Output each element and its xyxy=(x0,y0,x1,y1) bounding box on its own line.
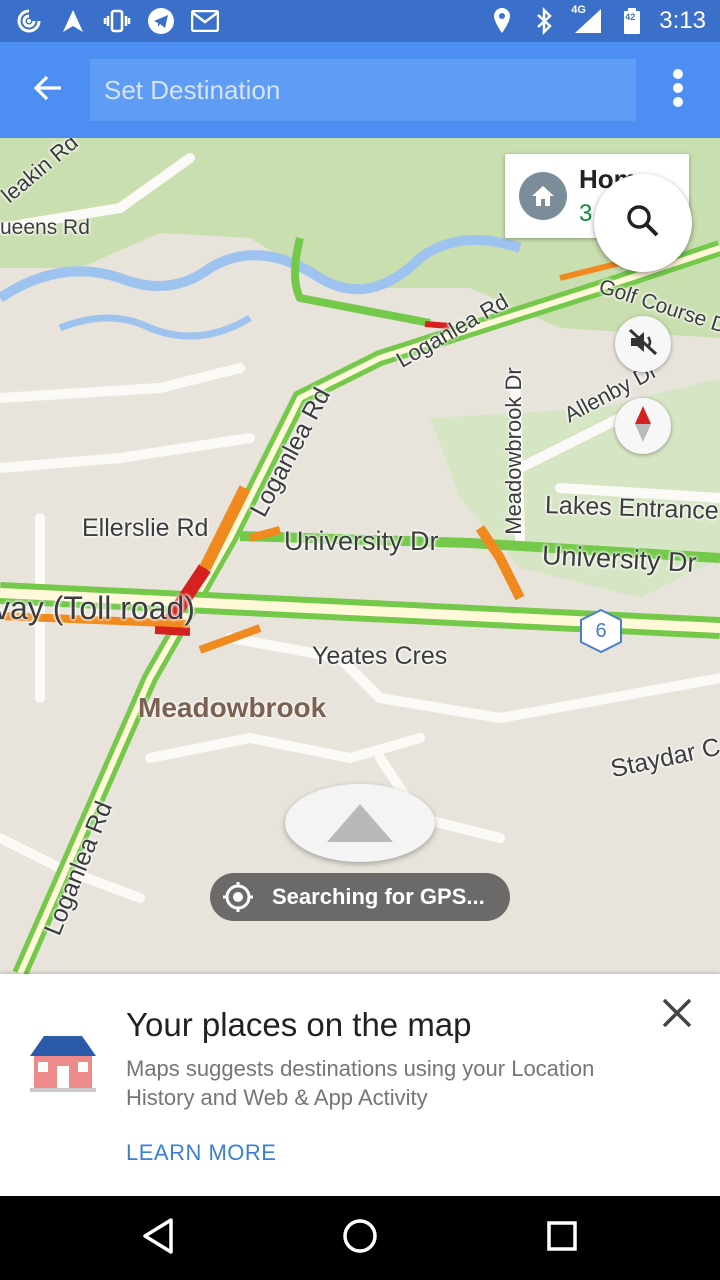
nav-recents-icon xyxy=(546,1220,578,1257)
promo-body: Maps suggests destinations using your Lo… xyxy=(126,1056,595,1110)
nav-recents-button[interactable] xyxy=(538,1214,586,1262)
bluetooth-icon xyxy=(529,6,559,36)
overflow-menu-button[interactable] xyxy=(658,68,698,112)
road-label-yeates: Yeates Cres xyxy=(312,642,448,670)
hotspot-icon xyxy=(14,6,44,36)
compass-icon xyxy=(631,404,655,449)
road-label-tollway: vay (Toll road) xyxy=(0,590,195,626)
nav-back-button[interactable] xyxy=(134,1214,182,1262)
nav-home-icon xyxy=(342,1218,378,1259)
promo-title: Your places on the map xyxy=(126,1006,472,1043)
current-location-arrow xyxy=(285,784,435,862)
status-bar: 4G 42 3:13 xyxy=(0,0,720,42)
road-label-university-left: University Dr xyxy=(284,526,439,556)
navigation-icon xyxy=(58,6,88,36)
road-label-meadowbrook-dr: Meadowbrook Dr xyxy=(500,367,526,535)
home-icon xyxy=(519,172,567,220)
volume-off-icon xyxy=(628,328,658,361)
road-label-queens: ueens Rd xyxy=(0,216,90,239)
search-icon xyxy=(626,204,660,243)
battery-icon: 42 xyxy=(617,6,647,36)
house-illustration-icon xyxy=(30,1030,96,1092)
vibrate-icon xyxy=(102,6,132,36)
compass-button[interactable] xyxy=(615,398,671,454)
home-chip-eta: 3 xyxy=(579,200,593,227)
gps-status-pill: Searching for GPS... xyxy=(210,873,510,921)
telegram-icon xyxy=(146,6,176,36)
road-label-ellerslie: Ellerslie Rd xyxy=(82,514,209,542)
promo-sheet: Your places on the map Maps suggests des… xyxy=(0,974,720,1196)
road-label-lakes-entrance: Lakes Entrance xyxy=(544,490,720,526)
learn-more-button[interactable]: LEARN MORE xyxy=(126,1140,276,1166)
close-promo-button[interactable] xyxy=(654,992,700,1038)
destination-toolbar xyxy=(0,42,720,138)
gmail-icon xyxy=(190,6,220,36)
location-icon xyxy=(487,6,517,36)
mute-voice-button[interactable] xyxy=(615,316,671,372)
gps-searching-icon xyxy=(222,881,254,913)
nav-back-icon xyxy=(141,1217,175,1260)
search-button[interactable] xyxy=(594,174,692,272)
close-icon xyxy=(661,997,693,1034)
signal-4g-icon: 4G xyxy=(571,4,605,36)
gps-status-text: Searching for GPS... xyxy=(272,884,485,909)
back-button[interactable] xyxy=(20,66,76,114)
arrow-back-icon xyxy=(33,74,63,107)
nav-home-button[interactable] xyxy=(336,1214,384,1262)
destination-input[interactable] xyxy=(90,59,636,121)
system-nav-bar xyxy=(0,1196,720,1280)
more-vert-icon xyxy=(672,68,684,113)
map-view[interactable]: leakin Rd ueens Rd Golf Course Dr Loganl… xyxy=(0,138,720,974)
clock: 3:13 xyxy=(659,7,706,34)
highway-shield: 6 xyxy=(578,608,624,654)
place-label-meadowbrook: Meadowbrook xyxy=(138,692,327,723)
